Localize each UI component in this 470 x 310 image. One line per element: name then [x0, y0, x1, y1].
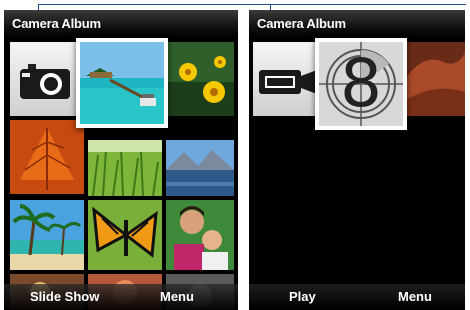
thumb-autumn-leaf[interactable] — [10, 120, 84, 194]
thumb-yellow-flowers[interactable] — [168, 42, 234, 116]
play-button[interactable]: Play — [289, 289, 316, 304]
camera-album-videos-screen: Camera Album 8 Play Menu — [249, 10, 465, 310]
page-title: Camera Album — [4, 10, 238, 38]
countdown-number: 8 — [340, 45, 382, 122]
video-camera-tile[interactable] — [253, 42, 323, 116]
thumb-tropical-pier[interactable] — [76, 38, 168, 128]
slide-show-button[interactable]: Slide Show — [30, 289, 99, 304]
camera-album-photos-screen: Camera Album Slide Show Menu — [4, 10, 238, 310]
video-countdown-thumb[interactable]: 8 — [315, 38, 407, 130]
thumb-palm-beach[interactable] — [10, 200, 84, 270]
callout-line-top — [38, 4, 466, 5]
menu-button[interactable]: Menu — [160, 289, 194, 304]
softkey-bar: Slide Show Menu — [4, 284, 238, 310]
camera-icon — [20, 64, 70, 99]
thumb-grass[interactable] — [88, 140, 162, 196]
page-title: Camera Album — [249, 10, 465, 38]
video-camera-icon — [259, 70, 317, 94]
softkey-bar: Play Menu — [249, 284, 465, 310]
camera-icon-tile[interactable] — [10, 42, 78, 116]
thumb-mountain-lake[interactable] — [166, 140, 234, 196]
thumb-butterfly[interactable] — [88, 200, 162, 270]
thumb-family[interactable] — [166, 200, 234, 270]
menu-button[interactable]: Menu — [398, 289, 432, 304]
thumb-red-rocks[interactable] — [403, 42, 465, 116]
